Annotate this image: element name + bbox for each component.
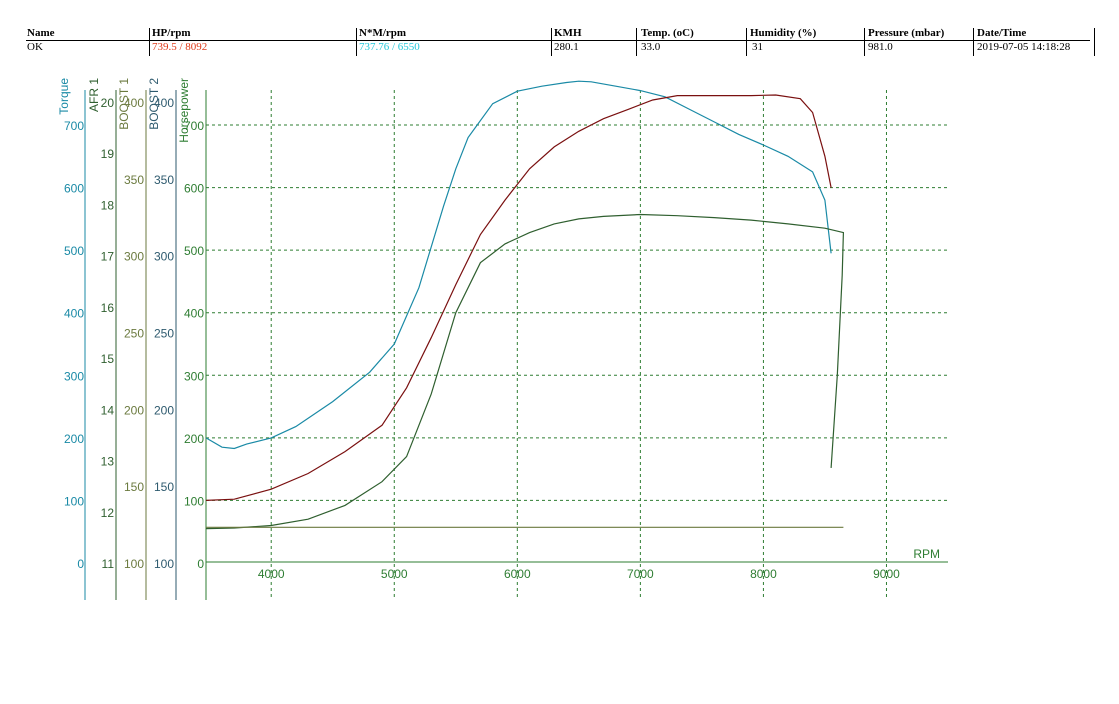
y-tick-label: 11: [102, 557, 115, 571]
y-tick-label: 19: [101, 147, 115, 161]
y-tick-label: 600: [184, 182, 204, 196]
y-tick-label: 600: [64, 182, 84, 196]
x-axis-label: RPM: [913, 547, 940, 561]
col-pressure: Pressure (mbar): [868, 27, 945, 39]
col-separator: [864, 28, 865, 56]
col-separator: [356, 28, 357, 56]
col-kmh: KMH: [554, 27, 582, 39]
y-tick-label: 300: [64, 369, 84, 383]
col-separator: [1094, 28, 1095, 56]
value-kmh: 280.1: [554, 41, 579, 53]
y-tick-label: 200: [184, 432, 204, 446]
y-tick-label: 150: [154, 480, 174, 494]
header-table: Name HP/rpm N*M/rpm KMH Temp. (oC) Humid…: [0, 0, 1119, 60]
value-temp: 33.0: [641, 41, 661, 53]
series-line-hp: [205, 94, 832, 501]
x-tick-label: 6000: [504, 567, 531, 581]
y-axis-title: Torque: [57, 78, 71, 115]
y-tick-label: 100: [124, 557, 144, 571]
y-tick-label: 400: [184, 307, 204, 321]
x-tick-label: 4000: [258, 567, 285, 581]
y-tick-label: 300: [184, 369, 204, 383]
col-separator: [636, 28, 637, 56]
y-axis-title: Horsepower: [177, 78, 191, 143]
series-line-torque: [205, 80, 832, 450]
col-separator: [551, 28, 552, 56]
col-temp: Temp. (oC): [641, 27, 694, 39]
y-tick-label: 13: [101, 455, 115, 469]
col-separator: [149, 28, 150, 56]
y-tick-label: 18: [101, 198, 115, 212]
value-nm-rpm: 737.76 / 6550: [359, 41, 420, 53]
y-tick-label: 100: [154, 557, 174, 571]
col-humidity: Humidity (%): [750, 27, 817, 39]
dyno-chart: 4000 5000 6000 7000 8000 9000RPM0100200300400…: [57, 78, 948, 600]
col-hp-rpm: HP/rpm: [152, 27, 191, 39]
y-tick-label: 20: [101, 96, 115, 110]
y-tick-label: 200: [64, 432, 84, 446]
y-tick-label: 500: [64, 244, 84, 258]
y-axis-title: BOOST 2: [147, 78, 161, 130]
y-tick-label: 300: [124, 250, 144, 264]
y-tick-label: 150: [124, 480, 144, 494]
y-tick-label: 16: [101, 301, 115, 315]
y-axis-title: AFR 1: [87, 78, 101, 112]
col-name: Name: [27, 27, 55, 39]
y-tick-label: 400: [64, 307, 84, 321]
y-tick-label: 17: [101, 250, 115, 264]
x-tick-label: 9000: [873, 567, 900, 581]
value-name: OK: [27, 41, 43, 53]
value-datetime: 2019-07-05 14:18:28: [977, 41, 1071, 53]
y-tick-label: 100: [184, 494, 204, 508]
y-tick-label: 100: [64, 494, 84, 508]
y-tick-label: 12: [101, 506, 115, 520]
series-line-afr: [205, 213, 845, 530]
y-tick-label: 300: [154, 250, 174, 264]
y-tick-label: 15: [101, 352, 115, 366]
value-hp-rpm: 739.5 / 8092: [152, 41, 208, 53]
col-separator: [746, 28, 747, 56]
col-datetime: Date/Time: [977, 27, 1027, 39]
y-tick-label: 500: [184, 244, 204, 258]
y-tick-label: 200: [124, 403, 144, 417]
col-nm-rpm: N*M/rpm: [359, 27, 407, 39]
x-tick-label: 7000: [627, 567, 654, 581]
y-tick-label: 0: [77, 557, 84, 571]
col-separator: [973, 28, 974, 56]
y-axis-title: BOOST 1: [117, 78, 131, 130]
value-pressure: 981.0: [868, 41, 893, 53]
y-tick-label: 700: [64, 119, 84, 133]
y-tick-label: 350: [154, 173, 174, 187]
y-tick-label: 250: [154, 327, 174, 341]
value-humidity: 31: [752, 41, 763, 53]
x-tick-label: 8000: [750, 567, 777, 581]
y-tick-label: 250: [124, 327, 144, 341]
y-tick-label: 0: [197, 557, 204, 571]
y-tick-label: 14: [101, 403, 115, 417]
y-tick-label: 200: [154, 403, 174, 417]
y-tick-label: 350: [124, 173, 144, 187]
x-tick-label: 5000: [381, 567, 408, 581]
